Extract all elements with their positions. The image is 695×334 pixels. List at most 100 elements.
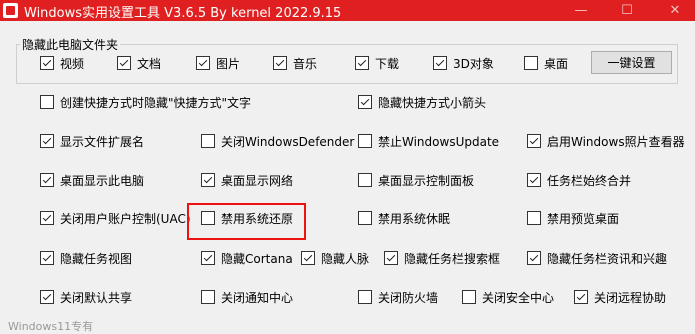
checkbox-desktop-network[interactable]: 桌面显示网络 xyxy=(201,172,293,188)
checkbox-disable-uac[interactable]: 关闭用户账户控制(UAC) xyxy=(40,210,191,226)
window-title: Windows实用设置工具 V3.6.5 By kernel 2022.9.15 xyxy=(24,6,342,21)
checkbox-hide-pictures[interactable]: 图片 xyxy=(196,55,240,71)
checkbox-hide-shortcut-text[interactable]: 创建快捷方式时隐藏"快捷方式"文字 xyxy=(40,94,251,110)
checkbox-box xyxy=(384,251,398,265)
checkbox-hide-news-interests[interactable]: 隐藏任务栏资讯和兴趣 xyxy=(527,250,667,266)
checkbox-box xyxy=(117,56,131,70)
checkbox-label: 禁用预览桌面 xyxy=(547,211,620,226)
checkbox-label: 启用Windows照片查看器 xyxy=(547,134,685,149)
close-button[interactable]: ✕ xyxy=(660,0,690,21)
checkbox-hide-desktop[interactable]: 桌面 xyxy=(524,55,568,71)
checkbox-label: 桌面显示控制面板 xyxy=(378,173,475,188)
checkbox-disable-hibernate[interactable]: 禁用系统休眠 xyxy=(358,210,450,226)
checkbox-label: 显示文件扩展名 xyxy=(60,134,145,149)
checkbox-label: 隐藏快捷方式小箭头 xyxy=(378,95,487,110)
checkbox-label: 图片 xyxy=(216,56,241,71)
checkbox-label: 隐藏任务视图 xyxy=(60,251,133,266)
checkbox-box xyxy=(40,95,54,109)
checkbox-box xyxy=(273,56,287,70)
checkbox-label: 关闭默认共享 xyxy=(60,290,133,305)
checkbox-label: 关闭通知中心 xyxy=(221,290,294,305)
checkbox-label: 视频 xyxy=(60,56,85,71)
checkbox-label: 桌面 xyxy=(544,56,569,71)
checkbox-box xyxy=(40,56,54,70)
checkbox-label: 隐藏任务栏资讯和兴趣 xyxy=(547,251,668,266)
checkbox-box xyxy=(358,290,372,304)
checkbox-box xyxy=(527,251,541,265)
checkbox-enable-photo-viewer[interactable]: 启用Windows照片查看器 xyxy=(527,133,685,149)
maximize-button[interactable]: ☐ xyxy=(612,0,642,21)
title-bar: Windows实用设置工具 V3.6.5 By kernel 2022.9.15… xyxy=(0,0,695,21)
checkbox-box xyxy=(201,173,215,187)
checkbox-label: 关闭远程协助 xyxy=(594,290,667,305)
checkbox-disable-defender[interactable]: 关闭WindowsDefender xyxy=(201,133,354,149)
checkbox-box xyxy=(358,173,372,187)
checkbox-desktop-this-pc[interactable]: 桌面显示此电脑 xyxy=(40,172,144,188)
checkbox-disable-peek-desktop[interactable]: 禁用预览桌面 xyxy=(527,210,619,226)
one-click-apply-button[interactable]: 一键设置 xyxy=(591,51,672,74)
checkbox-label: 下载 xyxy=(375,56,400,71)
checkbox-hide-music[interactable]: 音乐 xyxy=(273,55,317,71)
checkbox-label: 隐藏Cortana xyxy=(221,251,293,266)
checkbox-hide-people[interactable]: 隐藏人脉 xyxy=(301,250,369,266)
checkbox-label: 禁止WindowsUpdate xyxy=(378,134,500,149)
checkbox-label: 音乐 xyxy=(293,56,318,71)
app-icon xyxy=(3,3,18,18)
checkbox-box xyxy=(524,56,538,70)
checkbox-box xyxy=(527,173,541,187)
checkbox-hide-cortana[interactable]: 隐藏Cortana xyxy=(201,250,293,266)
checkbox-label: 桌面显示此电脑 xyxy=(60,173,145,188)
checkbox-box xyxy=(433,56,447,70)
checkbox-label: 隐藏任务栏搜索框 xyxy=(404,251,501,266)
checkbox-box xyxy=(40,134,54,148)
checkbox-label: 关闭WindowsDefender xyxy=(221,134,355,149)
checkbox-disable-default-shares[interactable]: 关闭默认共享 xyxy=(40,289,132,305)
checkbox-hide-taskbar-search[interactable]: 隐藏任务栏搜索框 xyxy=(384,250,500,266)
checkbox-box xyxy=(196,56,210,70)
checkbox-disable-security-center[interactable]: 关闭安全中心 xyxy=(462,289,554,305)
checkbox-box xyxy=(40,251,54,265)
checkbox-box xyxy=(201,290,215,304)
checkbox-taskbar-always-combine[interactable]: 任务栏始终合并 xyxy=(527,172,631,188)
hide-folders-title: 隐藏此电脑文件夹 xyxy=(20,36,121,53)
checkbox-box xyxy=(301,251,315,265)
checkbox-box xyxy=(201,134,215,148)
checkbox-label: 关闭防火墙 xyxy=(378,290,439,305)
checkbox-label: 文档 xyxy=(137,56,162,71)
checkbox-box xyxy=(201,251,215,265)
checkbox-box xyxy=(355,56,369,70)
checkbox-box xyxy=(40,173,54,187)
checkbox-box xyxy=(358,134,372,148)
checkbox-box xyxy=(527,134,541,148)
checkbox-box xyxy=(40,290,54,304)
checkbox-box xyxy=(358,95,372,109)
checkbox-label: 关闭安全中心 xyxy=(482,290,555,305)
checkbox-disable-firewall[interactable]: 关闭防火墙 xyxy=(358,289,438,305)
checkbox-label: 禁用系统休眠 xyxy=(378,211,451,226)
checkbox-hide-documents[interactable]: 文档 xyxy=(117,55,161,71)
checkbox-box xyxy=(358,211,372,225)
checkbox-hide-shortcut-arrow[interactable]: 隐藏快捷方式小箭头 xyxy=(358,94,486,110)
minimize-button[interactable]: — xyxy=(566,0,596,21)
checkbox-show-file-extensions[interactable]: 显示文件扩展名 xyxy=(40,133,144,149)
highlight-box xyxy=(187,203,306,240)
checkbox-label: 桌面显示网络 xyxy=(221,173,294,188)
checkbox-desktop-control-panel[interactable]: 桌面显示控制面板 xyxy=(358,172,474,188)
checkbox-label: 3D对象 xyxy=(453,56,494,71)
checkbox-disable-remote-assistance[interactable]: 关闭远程协助 xyxy=(574,289,666,305)
checkbox-hide-task-view[interactable]: 隐藏任务视图 xyxy=(40,250,132,266)
checkbox-label: 创建快捷方式时隐藏"快捷方式"文字 xyxy=(60,95,252,110)
checkbox-box xyxy=(527,211,541,225)
checkbox-label: 隐藏人脉 xyxy=(321,251,370,266)
checkbox-label: 关闭用户账户控制(UAC) xyxy=(60,211,191,226)
checkbox-box xyxy=(462,290,476,304)
checkbox-disable-notification-center[interactable]: 关闭通知中心 xyxy=(201,289,293,305)
checkbox-hide-downloads[interactable]: 下载 xyxy=(355,55,399,71)
checkbox-disable-windows-update[interactable]: 禁止WindowsUpdate xyxy=(358,133,499,149)
status-text: Windows11专有 xyxy=(8,320,94,333)
checkbox-box xyxy=(40,211,54,225)
checkbox-hide-videos[interactable]: 视频 xyxy=(40,55,84,71)
checkbox-hide-3d-objects[interactable]: 3D对象 xyxy=(433,55,494,71)
checkbox-box xyxy=(574,290,588,304)
checkbox-label: 任务栏始终合并 xyxy=(547,173,632,188)
